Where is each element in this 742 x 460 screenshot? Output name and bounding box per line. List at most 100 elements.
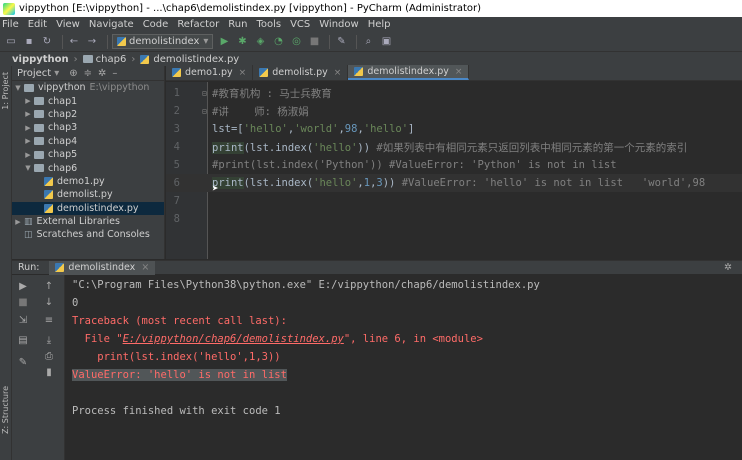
close-icon[interactable]: × xyxy=(239,68,247,78)
open-folder-icon[interactable]: ▭ xyxy=(4,35,18,49)
folder-icon xyxy=(24,83,34,92)
tree-item-demolistindex[interactable]: demolistindex.py xyxy=(12,201,164,215)
trash-icon[interactable]: ▮ xyxy=(42,365,56,379)
tree-item-chap1[interactable]: ▶ chap1 xyxy=(12,94,164,107)
concurrency-icon[interactable]: ◎ xyxy=(289,35,303,49)
collapse-icon[interactable]: ≑ xyxy=(84,68,92,79)
hide-icon[interactable]: – xyxy=(112,68,117,79)
tab-demolistindex[interactable]: demolistindex.py × xyxy=(348,65,470,80)
breadcrumb-item-file[interactable]: demolistindex.py xyxy=(140,54,239,65)
run-icon[interactable]: ▶ xyxy=(217,35,231,49)
menu-refactor[interactable]: Refactor xyxy=(177,19,219,30)
console-file-link[interactable]: E:/vippython/chap6/demolistindex.py xyxy=(123,333,344,345)
menu-vcs[interactable]: VCS xyxy=(290,19,310,30)
tree-item-root[interactable]: ▼ vippython E:\vippython xyxy=(12,81,164,94)
chevron-right-icon[interactable]: ▶ xyxy=(24,97,32,105)
breadcrumb-item-chap6[interactable]: chap6 xyxy=(82,54,126,65)
folder-icon xyxy=(34,97,44,106)
chevron-right-icon[interactable]: ▶ xyxy=(14,218,22,226)
menu-help[interactable]: Help xyxy=(368,19,391,30)
run-console[interactable]: "C:\Program Files\Python38\python.exe" E… xyxy=(66,275,742,460)
toolbar-divider xyxy=(329,34,331,49)
pin-tab-icon[interactable]: ✎ xyxy=(16,355,30,369)
menu-view[interactable]: View xyxy=(56,19,80,30)
print-icon[interactable]: ⎙ xyxy=(42,349,56,363)
fold-icon[interactable]: ⊟ xyxy=(202,107,207,116)
save-all-icon[interactable]: ▪ xyxy=(22,35,36,49)
chevron-right-icon[interactable]: ▶ xyxy=(24,137,32,145)
tab-demo1[interactable]: demo1.py × xyxy=(166,65,254,80)
tree-item-chap5[interactable]: ▶ chap5 xyxy=(12,148,164,161)
restore-layout-icon[interactable]: ⇲ xyxy=(16,313,30,327)
tree-item-chap3[interactable]: ▶ chap3 xyxy=(12,121,164,134)
pin-icon[interactable]: ▤ xyxy=(16,333,30,347)
tree-item-external-libraries[interactable]: ▶ ▥ External Libraries xyxy=(12,215,164,228)
menu-edit[interactable]: Edit xyxy=(28,19,47,30)
run-config-dropdown[interactable]: demolistindex ▾ xyxy=(112,34,214,49)
menu-window[interactable]: Window xyxy=(319,19,358,30)
menu-run[interactable]: Run xyxy=(228,19,247,30)
console-output: 0 xyxy=(72,297,79,309)
menu-file[interactable]: File xyxy=(2,19,19,30)
console-command: "C:\Program Files\Python38\python.exe" E… xyxy=(72,279,540,291)
breadcrumb-item-project[interactable]: vippython xyxy=(12,54,69,65)
chevron-down-icon[interactable]: ▾ xyxy=(54,68,59,79)
arrow-down-icon[interactable]: ↓ xyxy=(42,295,56,309)
menu-navigate[interactable]: Navigate xyxy=(89,19,134,30)
project-view-selector[interactable]: Project xyxy=(17,68,51,79)
forward-arrow-icon[interactable]: → xyxy=(85,35,99,49)
find-in-path-icon[interactable]: ▣ xyxy=(379,35,393,49)
tree-item-chap2[interactable]: ▶ chap2 xyxy=(12,108,164,121)
code-comment: #ValueError: 'hello' is not in list 'wor… xyxy=(395,177,706,189)
run-tab-label: demolistindex xyxy=(68,262,136,273)
code-number: 98 xyxy=(344,123,358,135)
console-traceback-file: File "E:/vippython/chap6/demolistindex.p… xyxy=(72,333,483,345)
project-tool-button[interactable]: 1: Project xyxy=(1,72,10,110)
menu-code[interactable]: Code xyxy=(143,19,169,30)
stop-icon[interactable]: ■ xyxy=(307,35,321,49)
chevron-right-icon[interactable]: ▶ xyxy=(24,151,32,159)
tree-item-chap6[interactable]: ▼ chap6 xyxy=(12,161,164,174)
line-number: 7 xyxy=(173,195,180,207)
gear-icon[interactable]: ✲ xyxy=(98,68,106,79)
profile-icon[interactable]: ◔ xyxy=(271,35,285,49)
arrow-up-icon[interactable]: ↑ xyxy=(42,279,56,293)
menu-tools[interactable]: Tools xyxy=(256,19,281,30)
wrench-icon[interactable]: ✎ xyxy=(334,35,348,49)
fold-icon[interactable]: ⊟ xyxy=(202,89,207,98)
back-arrow-icon[interactable]: ← xyxy=(67,35,81,49)
tab-label: demolist.py xyxy=(272,67,328,78)
tree-item-chap4[interactable]: ▶ chap4 xyxy=(12,135,164,148)
target-icon[interactable]: ⊕ xyxy=(69,68,77,79)
mouse-cursor-icon: ➤ xyxy=(212,182,219,195)
search-icon[interactable]: ⌕ xyxy=(361,35,375,49)
close-icon[interactable]: × xyxy=(455,67,463,77)
line-number: 1 xyxy=(173,87,180,99)
chevron-down-icon[interactable]: ▼ xyxy=(14,84,22,92)
structure-tool-button[interactable]: Z: Structure xyxy=(1,386,10,434)
chevron-down-icon[interactable]: ▼ xyxy=(24,164,32,172)
console-traceback: Traceback (most recent call last): xyxy=(72,315,287,327)
root-path: E:\vippython xyxy=(89,82,150,94)
code-editor[interactable]: 1 ⊟ #教育机构 : 马士兵教育 2 ⊟ #讲 师: 杨淑娟 3 lst=['… xyxy=(166,82,742,259)
python-file-icon xyxy=(354,67,364,76)
coverage-icon[interactable]: ◈ xyxy=(253,35,267,49)
tree-item-demolist[interactable]: demolist.py xyxy=(12,188,164,201)
tab-demolist[interactable]: demolist.py × xyxy=(253,65,349,80)
close-icon[interactable]: × xyxy=(334,68,342,78)
rerun-icon[interactable]: ▶ xyxy=(16,279,30,293)
sync-icon[interactable]: ↻ xyxy=(40,35,54,49)
chevron-right-icon[interactable]: ▶ xyxy=(24,124,32,132)
soft-wrap-icon[interactable]: ≡ xyxy=(42,313,56,327)
run-tab[interactable]: demolistindex × xyxy=(49,260,156,275)
chevron-right-icon[interactable]: ▶ xyxy=(24,110,32,118)
file-label: demo1.py xyxy=(57,175,105,187)
debug-icon[interactable]: ✱ xyxy=(235,35,249,49)
console-text: ", line 6, in <module> xyxy=(343,333,483,345)
gear-icon[interactable]: ✲ xyxy=(724,262,732,273)
tree-item-demo1[interactable]: demo1.py xyxy=(12,175,164,188)
stop-icon[interactable]: ■ xyxy=(16,295,30,309)
tree-item-scratches[interactable]: ◫ Scratches and Consoles xyxy=(12,228,164,241)
close-icon[interactable]: × xyxy=(141,262,149,273)
scroll-to-end-icon[interactable]: ⤓ xyxy=(42,333,56,347)
